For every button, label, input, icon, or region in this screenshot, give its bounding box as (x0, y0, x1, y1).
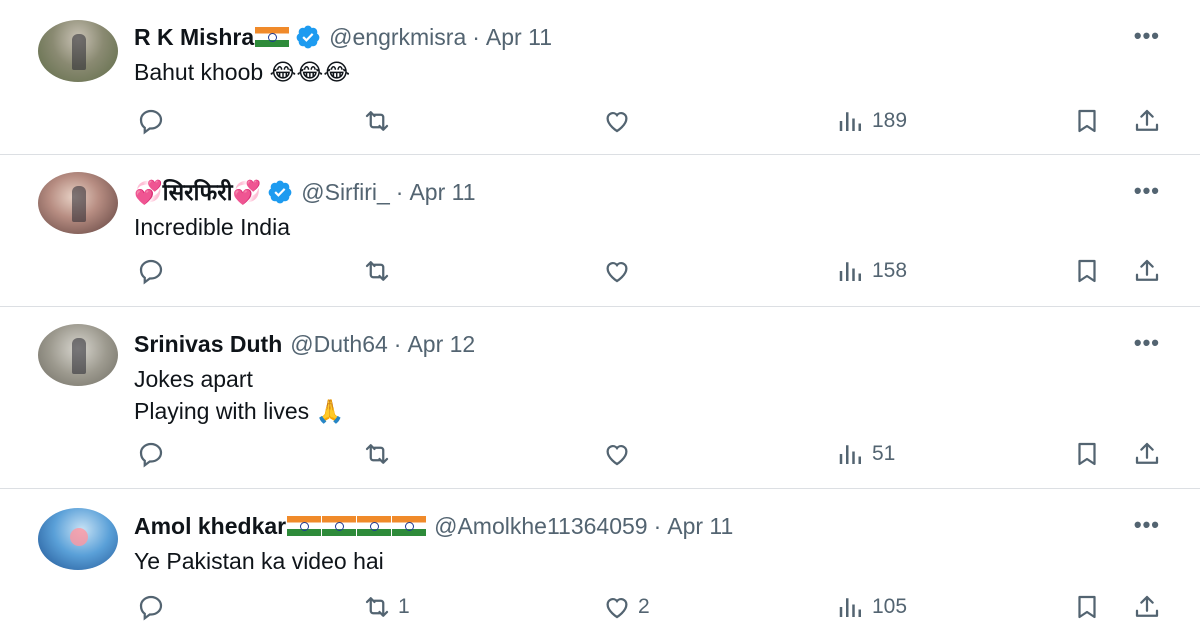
retweet-icon (365, 444, 389, 464)
action-bar: 158 (0, 252, 1200, 292)
heart-icon (606, 598, 628, 619)
bookmark-button[interactable] (1072, 106, 1102, 136)
heart-icon (606, 445, 628, 466)
handle[interactable]: @Sirfiri_ (301, 177, 390, 207)
tweet-text: Bahut khoob 😂😂😂 (134, 59, 351, 85)
handle[interactable]: @engrkmisra (329, 22, 466, 52)
bookmark-button[interactable] (1072, 256, 1102, 286)
handle[interactable]: @Amolkhe11364059 (434, 511, 647, 541)
display-name[interactable]: Srinivas Duth (134, 329, 282, 359)
separator: · (395, 179, 404, 205)
reply-button[interactable] (136, 439, 172, 469)
like-button[interactable] (602, 256, 638, 286)
more-icon[interactable]: ••• (1134, 329, 1160, 357)
avatar[interactable] (38, 172, 118, 234)
tweet-header: R K Mishra @engrkmisra · Apr 11 (134, 22, 552, 52)
retweet-button[interactable] (362, 106, 398, 136)
india-flag-icon (287, 516, 322, 536)
display-name[interactable]: R K Mishra (134, 22, 254, 52)
heart-icon (606, 112, 628, 133)
reply-icon (139, 109, 163, 135)
retweet-button[interactable]: 1 (362, 592, 410, 622)
like-count: 2 (638, 595, 650, 618)
reply-icon (139, 442, 163, 468)
avatar[interactable] (38, 508, 118, 570)
share-icon (1135, 109, 1159, 131)
share-button[interactable] (1132, 106, 1162, 136)
bookmark-icon (1078, 259, 1096, 283)
tweet-date[interactable]: Apr 12 (407, 329, 475, 359)
retweet-icon (365, 261, 389, 281)
more-icon[interactable]: ••• (1134, 511, 1160, 539)
heart-icon (606, 262, 628, 283)
share-button[interactable] (1132, 592, 1162, 622)
tweet-text: Incredible India (134, 214, 290, 240)
action-bar: 1 2 105 (0, 588, 1200, 628)
india-flag-icon (357, 516, 392, 536)
share-button[interactable] (1132, 256, 1162, 286)
retweet-icon (365, 111, 389, 131)
share-icon (1135, 259, 1159, 281)
reply-icon (139, 259, 163, 285)
more-icon[interactable]: ••• (1134, 177, 1160, 205)
bookmark-icon (1078, 442, 1096, 466)
display-name[interactable]: 💞सिरफिरी💞 (134, 177, 261, 207)
tweet[interactable]: 💞सिरफिरी💞 @Sirfiri_ · Apr 11 ••• Incredi… (0, 155, 1200, 307)
bookmark-button[interactable] (1072, 439, 1102, 469)
retweet-count: 1 (398, 595, 410, 618)
views-icon (839, 598, 861, 617)
retweet-button[interactable] (362, 256, 398, 286)
views-icon (839, 445, 861, 464)
tweet-date[interactable]: Apr 11 (486, 22, 552, 52)
retweet-button[interactable] (362, 439, 398, 469)
tweet-header: Srinivas Duth @Duth64 · Apr 12 (134, 329, 475, 359)
like-button[interactable] (602, 106, 638, 136)
separator: · (393, 331, 402, 357)
retweet-icon (365, 597, 389, 617)
handle[interactable]: @Duth64 (290, 329, 388, 359)
tweet-header: Amol khedkar @Amolkhe11364059 · Apr 11 (134, 511, 733, 541)
avatar[interactable] (38, 324, 118, 386)
action-bar: 189 (0, 102, 1200, 142)
reply-button[interactable] (136, 106, 172, 136)
tweet[interactable]: R K Mishra @engrkmisra · Apr 11 ••• Bahu… (0, 0, 1200, 155)
views-icon (839, 262, 861, 281)
views-button[interactable]: 158 (836, 256, 907, 286)
tweet[interactable]: Srinivas Duth @Duth64 · Apr 12 ••• Jokes… (0, 307, 1200, 489)
display-name[interactable]: Amol khedkar (134, 511, 286, 541)
more-icon[interactable]: ••• (1134, 22, 1160, 50)
tweet[interactable]: Amol khedkar @Amolkhe11364059 · Apr 11 •… (0, 489, 1200, 628)
india-flag-icon (392, 516, 427, 536)
bookmark-button[interactable] (1072, 592, 1102, 622)
reply-icon (139, 595, 163, 621)
views-button[interactable]: 51 (836, 439, 895, 469)
tweet-text: Ye Pakistan ka video hai (134, 548, 384, 574)
share-button[interactable] (1132, 439, 1162, 469)
share-icon (1135, 595, 1159, 617)
tweet-text: Jokes apart Playing with lives 🙏 (134, 366, 345, 424)
action-bar: 51 (0, 435, 1200, 475)
india-flag-icon (255, 27, 290, 47)
views-icon (839, 112, 861, 131)
like-button[interactable]: 2 (602, 592, 650, 622)
bookmark-icon (1078, 109, 1096, 133)
reply-feed: R K Mishra @engrkmisra · Apr 11 ••• Bahu… (0, 0, 1200, 628)
share-icon (1135, 442, 1159, 464)
reply-button[interactable] (136, 256, 172, 286)
verified-badge-icon (268, 180, 292, 204)
views-button[interactable]: 189 (836, 106, 907, 136)
like-button[interactable] (602, 439, 638, 469)
tweet-date[interactable]: Apr 11 (409, 177, 475, 207)
views-button[interactable]: 105 (836, 592, 907, 622)
avatar[interactable] (38, 20, 118, 82)
india-flag-icon (322, 516, 357, 536)
reply-button[interactable] (136, 592, 172, 622)
tweet-header: 💞सिरफिरी💞 @Sirfiri_ · Apr 11 (134, 177, 476, 207)
bookmark-icon (1078, 595, 1096, 619)
separator: · (653, 513, 662, 539)
tweet-date[interactable]: Apr 11 (667, 511, 733, 541)
views-count: 105 (872, 595, 908, 618)
verified-badge-icon (296, 25, 320, 49)
separator: · (472, 24, 480, 50)
